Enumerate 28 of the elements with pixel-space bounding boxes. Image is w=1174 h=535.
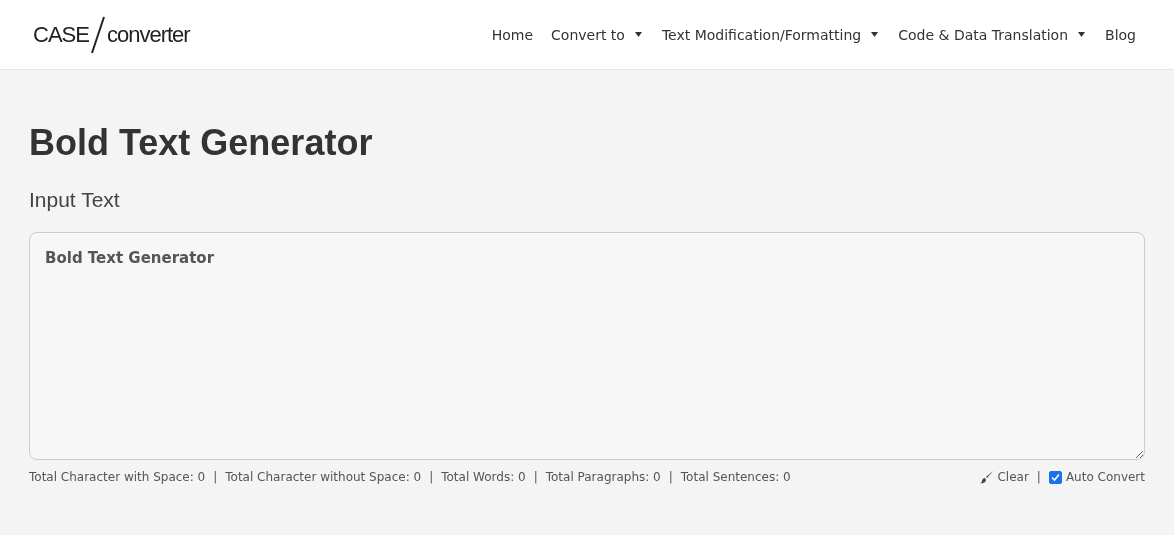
logo-text[interactable]: CASE [33, 21, 89, 48]
stat-text: Total Character with Space: 0 [29, 470, 206, 484]
nav-link[interactable]: Code & Data Translation [898, 26, 1088, 43]
caret-icon [1078, 32, 1086, 37]
separator: | [213, 470, 218, 484]
logo-text[interactable]: converter [106, 21, 190, 48]
nav-link[interactable]: Home [491, 26, 534, 43]
separator: | [429, 470, 434, 484]
separator: | [533, 470, 538, 484]
stat-text: Total Paragraphs: 0 [545, 470, 661, 484]
separator: | [668, 470, 673, 484]
separator: | [1036, 470, 1041, 484]
caret-icon [634, 32, 642, 37]
stat-text: Total Character without Space: 0 [225, 470, 422, 484]
stat-text: Total Sentences: 0 [680, 470, 791, 484]
input-label: Input Text [29, 188, 121, 212]
nav-link[interactable]: Convert to [551, 26, 644, 43]
nav-link[interactable]: Blog [1105, 26, 1136, 43]
clear-button[interactable]: Clear [980, 470, 1029, 484]
input-field[interactable]: Bold Text Generator [29, 232, 1145, 460]
caret-icon [871, 32, 879, 37]
page-title: Bold Text Generator [29, 121, 374, 165]
stat-text: Total Words: 0 [441, 470, 526, 484]
nav-link[interactable]: Text Modification/Formatting [661, 26, 881, 43]
checkbox-label[interactable]: Auto Convert [1065, 470, 1145, 484]
brush-icon [980, 470, 995, 484]
slash-icon [90, 15, 105, 54]
checkbox[interactable] [1048, 470, 1062, 484]
